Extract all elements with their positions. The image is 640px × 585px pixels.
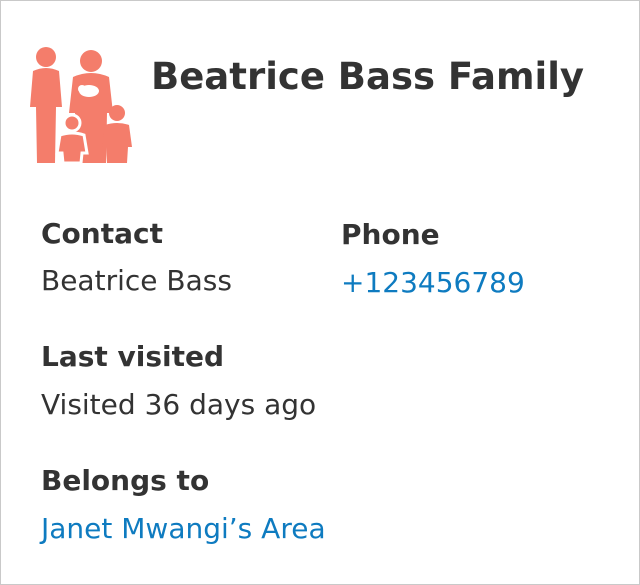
belongs-to-label: Belongs to [41,464,210,497]
belongs-to-link[interactable]: Janet Mwangi’s Area [41,511,326,547]
phone-link[interactable]: +123456789 [341,265,525,301]
family-icon [25,45,135,165]
family-card: Beatrice Bass Family Contact Beatrice Ba… [0,0,640,585]
last-visited-value: Visited 36 days ago [41,388,317,421]
page-title: Beatrice Bass Family [151,55,584,98]
phone-label: Phone [341,218,440,251]
contact-value: Beatrice Bass [41,264,232,297]
contact-label: Contact [41,217,163,250]
last-visited-label: Last visited [41,340,225,373]
